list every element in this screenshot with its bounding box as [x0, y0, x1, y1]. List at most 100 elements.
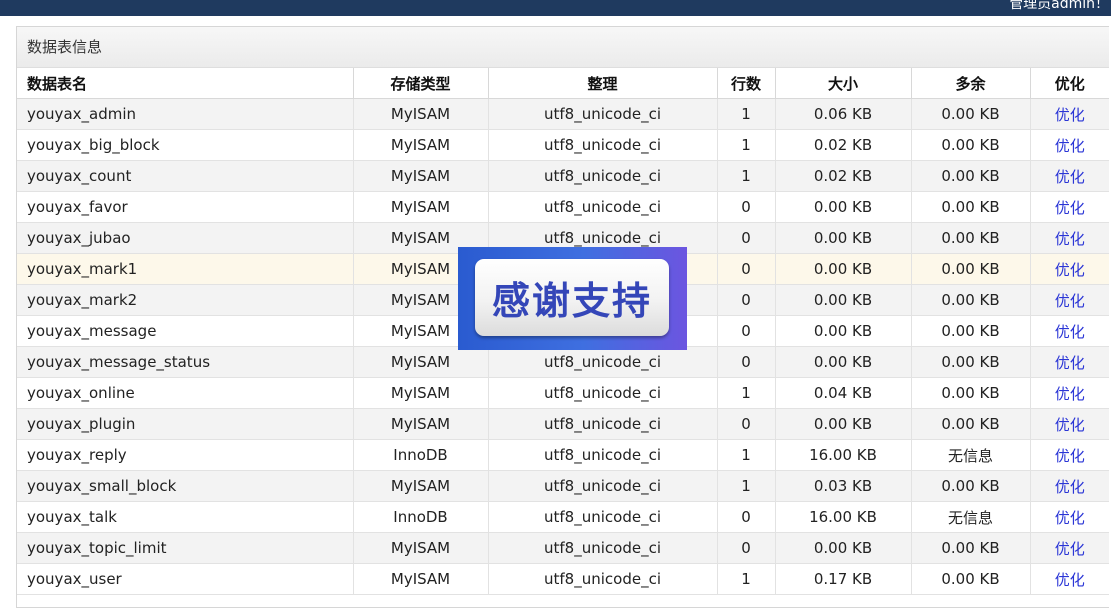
optimize-link[interactable]: 优化: [1055, 137, 1085, 155]
cell-size: 0.00 KB: [774, 284, 912, 316]
cell-engine: MyISAM: [352, 129, 489, 161]
cell-collation: utf8_unicode_ci: [487, 439, 718, 471]
optimize-link[interactable]: 优化: [1055, 478, 1085, 496]
optimize-link[interactable]: 优化: [1055, 323, 1085, 341]
cell-table-name: youyax_big_block: [17, 129, 354, 161]
col-header-rows: 行数: [716, 68, 776, 99]
cell-engine: MyISAM: [352, 160, 489, 192]
cell-rows: 0: [716, 346, 776, 378]
cell-table-name: youyax_jubao: [17, 222, 354, 254]
optimize-link[interactable]: 优化: [1055, 416, 1085, 434]
cell-rows: 1: [716, 563, 776, 595]
optimize-link[interactable]: 优化: [1055, 354, 1085, 372]
cell-rows: 1: [716, 377, 776, 409]
cell-size: 0.04 KB: [774, 377, 912, 409]
cell-engine: MyISAM: [352, 98, 489, 130]
optimize-link[interactable]: 优化: [1055, 230, 1085, 248]
cell-optimize: 优化: [1029, 160, 1109, 192]
table-row: youyax_admin MyISAM utf8_unicode_ci 1 0.06 K…: [17, 98, 1109, 130]
table-row: youyax_online MyISAM utf8_unicode_ci 1 0.04 …: [17, 377, 1109, 409]
cell-collation: utf8_unicode_ci: [487, 129, 718, 161]
cell-size: 0.00 KB: [774, 408, 912, 440]
optimize-link[interactable]: 优化: [1055, 447, 1085, 465]
table-row: youyax_plugin MyISAM utf8_unicode_ci 0 0.00 …: [17, 408, 1109, 440]
optimize-link[interactable]: 优化: [1055, 385, 1085, 403]
cell-table-name: youyax_talk: [17, 501, 354, 533]
cell-size: 16.00 KB: [774, 439, 912, 471]
cell-size: 0.00 KB: [774, 315, 912, 347]
col-header-overhead: 多余: [910, 68, 1031, 99]
cell-rows: 1: [716, 470, 776, 502]
col-header-engine: 存储类型: [352, 68, 489, 99]
cell-optimize: 优化: [1029, 532, 1109, 564]
cell-optimize: 优化: [1029, 222, 1109, 254]
optimize-link[interactable]: 优化: [1055, 199, 1085, 217]
cell-rows: 0: [716, 501, 776, 533]
thanks-overlay-image: 感谢支持: [458, 247, 687, 350]
cell-table-name: youyax_online: [17, 377, 354, 409]
table-row: youyax_favor MyISAM utf8_unicode_ci 0 0.00 K…: [17, 191, 1109, 223]
cell-collation: utf8_unicode_ci: [487, 408, 718, 440]
cell-rows: 0: [716, 532, 776, 564]
cell-optimize: 优化: [1029, 346, 1109, 378]
optimize-link[interactable]: 优化: [1055, 540, 1085, 558]
panel-title: 数据表信息: [17, 27, 1109, 68]
cell-collation: utf8_unicode_ci: [487, 98, 718, 130]
cell-collation: utf8_unicode_ci: [487, 191, 718, 223]
cell-overhead: 0.00 KB: [910, 191, 1031, 223]
cell-engine: MyISAM: [352, 377, 489, 409]
cell-overhead: 0.00 KB: [910, 284, 1031, 316]
cell-size: 0.00 KB: [774, 253, 912, 285]
table-row: youyax_user MyISAM utf8_unicode_ci 1 0.17 KB…: [17, 563, 1109, 595]
cell-rows: 0: [716, 191, 776, 223]
cell-overhead: 0.00 KB: [910, 160, 1031, 192]
table-header-row: 数据表名 存储类型 整理 行数 大小 多余 优化: [17, 68, 1109, 99]
cell-engine: InnoDB: [352, 439, 489, 471]
cell-collation: utf8_unicode_ci: [487, 532, 718, 564]
cell-collation: utf8_unicode_ci: [487, 501, 718, 533]
cell-rows: 0: [716, 253, 776, 285]
cell-engine: MyISAM: [352, 532, 489, 564]
cell-optimize: 优化: [1029, 98, 1109, 130]
cell-overhead: 0.00 KB: [910, 377, 1031, 409]
optimize-link[interactable]: 优化: [1055, 292, 1085, 310]
cell-table-name: youyax_topic_limit: [17, 532, 354, 564]
cell-engine: MyISAM: [352, 346, 489, 378]
cell-table-name: youyax_favor: [17, 191, 354, 223]
cell-engine: InnoDB: [352, 501, 489, 533]
optimize-link[interactable]: 优化: [1055, 571, 1085, 589]
cell-optimize: 优化: [1029, 408, 1109, 440]
optimize-link[interactable]: 优化: [1055, 106, 1085, 124]
cell-size: 0.17 KB: [774, 563, 912, 595]
cell-rows: 1: [716, 98, 776, 130]
cell-rows: 1: [716, 160, 776, 192]
cell-size: 0.03 KB: [774, 470, 912, 502]
cell-size: 0.02 KB: [774, 160, 912, 192]
table-row: youyax_talk InnoDB utf8_unicode_ci 0 16.00 K…: [17, 501, 1109, 533]
cell-rows: 0: [716, 222, 776, 254]
optimize-link[interactable]: 优化: [1055, 168, 1085, 186]
cell-table-name: youyax_small_block: [17, 470, 354, 502]
current-user-label: 管理员admin！: [1009, 0, 1109, 12]
thanks-badge: 感谢支持: [475, 259, 669, 336]
cell-optimize: 优化: [1029, 563, 1109, 595]
cell-rows: 0: [716, 284, 776, 316]
cell-size: 16.00 KB: [774, 501, 912, 533]
optimize-link[interactable]: 优化: [1055, 261, 1085, 279]
top-bar: 管理员admin！: [0, 0, 1111, 16]
col-header-optimize: 优化: [1029, 68, 1109, 99]
cell-rows: 0: [716, 408, 776, 440]
col-header-size: 大小: [774, 68, 912, 99]
cell-table-name: youyax_plugin: [17, 408, 354, 440]
cell-size: 0.00 KB: [774, 346, 912, 378]
cell-rows: 0: [716, 315, 776, 347]
optimize-link[interactable]: 优化: [1055, 509, 1085, 527]
cell-optimize: 优化: [1029, 377, 1109, 409]
table-row: youyax_count MyISAM utf8_unicode_ci 1 0.02 K…: [17, 160, 1109, 192]
cell-size: 0.00 KB: [774, 222, 912, 254]
table-row: youyax_topic_limit MyISAM utf8_unicode_ci 0…: [17, 532, 1109, 564]
cell-overhead: 0.00 KB: [910, 315, 1031, 347]
cell-collation: utf8_unicode_ci: [487, 470, 718, 502]
cell-overhead: 0.00 KB: [910, 222, 1031, 254]
table-row: youyax_big_block MyISAM utf8_unicode_ci 1 0.…: [17, 129, 1109, 161]
